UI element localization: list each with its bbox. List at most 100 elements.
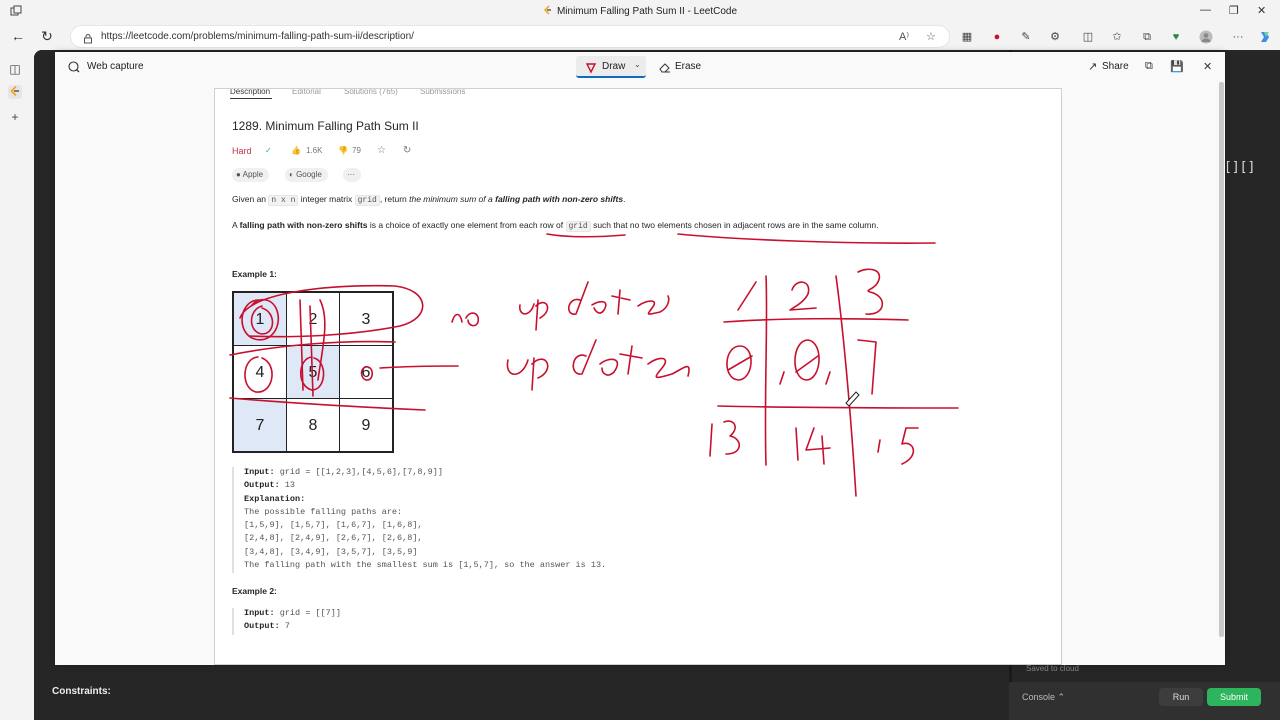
grid-cell: 1 [233,292,287,346]
copy-icon[interactable]: ⧉ [1145,60,1153,73]
code-line: [1,5,9], [1,5,7], [1,6,7], [1,6,8], [244,520,672,533]
code-value: [3,4,8], [3,4,9], [3,5,7], [3,5,9] [244,546,418,557]
grid-cell: 2 [286,292,340,346]
window-titlebar: Minimum Falling Path Sum II - LeetCode —… [0,0,1280,24]
url-host: https://leetcode.com [101,31,191,42]
chevron-down-icon[interactable]: ⌄ [634,60,641,69]
code-value: grid = [[7]] [274,608,341,618]
url-text[interactable]: https://leetcode.com/problems/minimum-fa… [101,31,414,42]
more-options-icon[interactable]: ··· [1231,30,1245,44]
split-screen-icon[interactable]: ◫ [1081,30,1095,44]
example-1-title: Example 1: [232,269,277,279]
problem-title[interactable]: 1289. Minimum Falling Path Sum II [232,119,419,133]
leetcode-tab-icon[interactable] [8,85,22,99]
favorites-icon[interactable]: ✩ [1110,30,1124,44]
strong-text: falling path with non-zero shifts [495,194,624,204]
tab-actions-icon[interactable]: ◫ [8,62,22,76]
saved-status: Saved to cloud [1026,664,1079,673]
draw-label: Draw [602,61,626,72]
code-line: [3,4,8], [3,4,9], [3,5,7], [3,5,9] [244,547,672,560]
extension-opera-icon[interactable]: ● [990,30,1004,44]
code-key: Input: [244,608,275,618]
more-companies-chip[interactable]: ··· [343,168,361,182]
close-capture-icon[interactable]: ✕ [1203,60,1212,73]
text: , return [379,194,410,204]
share-button[interactable]: Share [1102,61,1129,72]
share-icon[interactable]: ↗ [1088,60,1097,73]
text: . [623,194,626,204]
grid-cell: 4 [233,345,287,399]
code-value: [2,4,8], [2,4,9], [2,6,7], [2,6,8], [244,533,423,544]
company-chip-google[interactable]: ◐ Google [285,168,328,182]
code-line: Output: 13 [244,480,672,493]
lock-icon[interactable] [83,31,93,44]
text: A [232,220,240,230]
favorite-star-icon[interactable]: ☆ [926,30,936,43]
code-key: Output: [244,480,280,491]
tab-editorial[interactable]: Editorial [292,89,321,96]
company-google-label: Google [296,170,322,179]
grid-cell: 9 [339,398,393,452]
new-tab-icon[interactable]: + [8,110,22,124]
grid-cell: 6 [339,345,393,399]
code-line: [2,4,8], [2,4,9], [2,6,7], [2,6,8], [244,533,672,546]
inline-code: n x n [268,195,299,206]
extension-puzzle-icon[interactable]: ⚙ [1048,30,1062,44]
tab-submissions[interactable]: Submissions [420,89,465,96]
web-capture-title: Web capture [87,61,144,72]
browser-essentials-icon[interactable]: ♥ [1169,30,1183,44]
extension-edit-icon[interactable]: ✎ [1019,30,1033,44]
company-apple-label: Apple [242,170,264,179]
console-toggle[interactable]: Console ⌃ [1022,692,1065,703]
draw-button[interactable]: Draw ⌄ [576,56,646,78]
browser-toolbar: ← ↻ https://leetcode.com/problems/minimu… [0,24,1280,50]
thumbs-up-icon[interactable]: 👍 [291,146,301,155]
copilot-icon[interactable] [1258,30,1272,44]
code-line: The falling path with the smallest sum i… [244,560,672,573]
tab-description[interactable]: Description [230,89,270,96]
profile-avatar-icon[interactable] [1199,30,1213,44]
extension-qr-icon[interactable]: ▦ [960,30,974,44]
leetcode-logo-icon [543,5,553,15]
captured-page: Description Editorial Solutions (765) Su… [214,88,1062,665]
code-value: 7 [279,621,290,632]
refresh-icon[interactable]: ↻ [38,28,56,45]
minimize-icon[interactable]: — [1200,4,1211,16]
capture-scrollbar[interactable] [1219,82,1224,637]
submit-button[interactable]: Submit [1207,688,1261,706]
code-key: Output: [244,621,280,632]
text: integer matrix [298,194,355,204]
close-window-icon[interactable]: ✕ [1257,4,1266,17]
code-line: The possible falling paths are: [244,507,672,520]
read-aloud-icon[interactable]: A⁾ [899,30,909,43]
grid-cell: 3 [339,292,393,346]
inline-code: grid [354,195,380,206]
code-line: Output: 7 [244,621,672,634]
collections-icon[interactable]: ⧉ [1140,30,1154,44]
solved-check-icon: ✓ [265,146,272,155]
example-grid: 1 2 3 4 5 6 7 8 9 [232,291,394,453]
maximize-icon[interactable]: ❐ [1229,4,1239,17]
text: Given an [232,194,269,204]
thumbs-down-icon[interactable]: 👎 [338,146,348,155]
web-capture-toolbar: Web capture Draw ⌄ Erase ↗ Share ⧉ 💾 ✕ [55,52,1225,82]
address-bar[interactable]: https://leetcode.com/problems/minimum-fa… [70,25,950,48]
grid-cell: 5 [286,345,340,399]
back-icon[interactable]: ← [9,28,27,44]
tab-solutions[interactable]: Solutions (765) [344,89,398,96]
code-line: Input: grid = [[1,2,3],[4,5,6],[7,8,9]] [244,467,672,480]
star-icon[interactable]: ☆ [377,145,386,156]
example-1-codeblock: Input: grid = [[1,2,3],[4,5,6],[7,8,9]] … [232,467,672,574]
editor-code-fragment: [][] [1224,160,1256,175]
share-link-icon[interactable]: ↻ [403,145,411,156]
company-chip-apple[interactable]: ● Apple [232,168,270,182]
code-value: 13 [279,480,296,491]
difficulty-badge: Hard [232,146,252,156]
likes-count: 1.6K [306,146,323,155]
run-button[interactable]: Run [1159,688,1203,706]
example-2-title: Example 2: [232,586,277,596]
web-capture-icon [67,60,80,73]
window-title: Minimum Falling Path Sum II - LeetCode [0,5,1280,17]
code-value: The possible falling paths are: [244,506,403,517]
save-icon[interactable]: 💾 [1170,60,1184,73]
